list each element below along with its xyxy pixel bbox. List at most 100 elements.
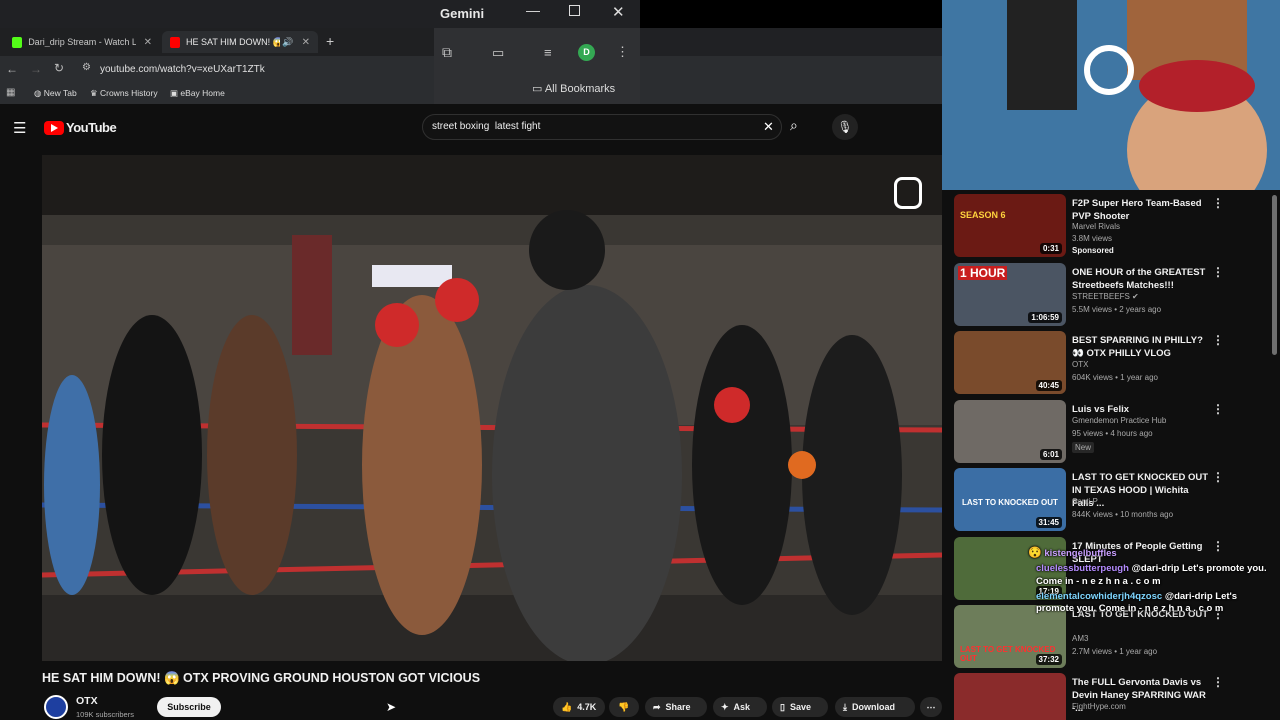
dislike-button[interactable]: 👎 (609, 697, 639, 717)
channel-label: STREETBEEFS (1072, 292, 1130, 301)
download-button[interactable]: ⤓ Download (835, 697, 915, 717)
share-label: Share (665, 702, 691, 712)
duration-badge: 40:45 (1035, 380, 1062, 391)
video-thumbnail[interactable]: LAST TO KNOCKED OUT 31:45 (954, 468, 1066, 531)
hamburger-menu-icon[interactable]: ☰ (13, 119, 26, 137)
save-label: Save (789, 702, 811, 712)
subscribe-button[interactable]: Subscribe (157, 697, 221, 717)
tab-kick-stream[interactable]: Dari_drip Stream - Watch Live o ✕ (4, 31, 160, 53)
chat-message: cluelessbutterpeugh @dari-drip Let's pro… (1036, 563, 1267, 574)
chat-message: 😯 kistengelbuffles (1028, 546, 1117, 559)
search-box[interactable]: street boxing latest fight ✕ (422, 114, 782, 140)
menu-kebab-icon[interactable]: ⋮ (616, 44, 629, 60)
bookmark-icon: ▯ (780, 701, 785, 712)
window-bar-dark (640, 0, 942, 28)
bookmark-ebay[interactable]: ▣ eBay Home (170, 88, 225, 99)
voice-search-icon[interactable]: 🎙 (832, 114, 858, 140)
recommendation-item[interactable]: The FULL Gervonta Davis vs Devin Haney S… (954, 673, 1264, 720)
recommendation-title[interactable]: BEST SPARRING IN PHILLY? 👀 OTX PHILLY VL… (1072, 334, 1210, 360)
tab-youtube-video[interactable]: HE SAT HIM DOWN! 😱 OT 🔊 ✕ (162, 31, 318, 53)
video-thumbnail[interactable]: LAST TO GET KNOCKED OUT 37:32 (954, 605, 1066, 668)
sidebar-scrollbar[interactable] (1272, 195, 1277, 355)
recommendation-channel[interactable]: FightHype.com (1072, 702, 1126, 711)
more-options-icon[interactable]: ⋮ (1212, 539, 1224, 553)
reload-icon[interactable]: ↻ (54, 61, 64, 75)
recommendation-channel[interactable]: STREETBEEFS ✔ (1072, 292, 1139, 301)
recommendation-meta: 95 views • 4 hours ago (1072, 429, 1153, 438)
video-thumbnail[interactable]: 1 HOUR 1:06:59 (954, 263, 1066, 326)
more-options-icon[interactable]: ⋮ (1212, 402, 1224, 416)
bookmark-new-tab[interactable]: ◍ New Tab (34, 88, 77, 99)
address-bar[interactable]: youtube.com/watch?v=xeUXarT1ZTk (100, 64, 265, 75)
channel-avatar[interactable] (44, 695, 68, 719)
youtube-logo-text[interactable]: YouTube (66, 120, 117, 135)
recommendation-item[interactable]: LAST TO KNOCKED OUT 31:45 LAST TO GET KN… (954, 468, 1264, 532)
recommendation-meta: 3.8M views (1072, 234, 1113, 243)
back-icon[interactable]: ← (6, 62, 18, 76)
video-player[interactable] (42, 155, 942, 661)
video-thumbnail[interactable]: 6:01 (954, 400, 1066, 463)
recommendation-title[interactable]: Luis vs Felix (1072, 403, 1210, 416)
more-options-icon[interactable]: ⋮ (1212, 470, 1224, 484)
youtube-logo-icon[interactable] (44, 121, 64, 135)
site-info-icon[interactable]: ⚙ (82, 62, 91, 73)
more-actions-button[interactable]: ⋯ (920, 697, 942, 717)
bookmark-crowns-history[interactable]: ♛ Crowns History (90, 88, 158, 99)
duration-badge: 31:45 (1035, 517, 1062, 528)
recommendation-channel[interactable]: AM3 (1072, 634, 1088, 643)
bookmark-label: eBay Home (180, 88, 225, 98)
chat-username: cluelessbutterpeugh (1036, 563, 1129, 574)
recommendation-channel[interactable]: Gmendemon Practice Hub (1072, 416, 1166, 425)
thumbnail-text: 1 HOUR (958, 266, 1008, 280)
recommendation-title[interactable]: ONE HOUR of the GREATEST Streetbeefs Mat… (1072, 266, 1210, 292)
recommendation-channel[interactable]: OTX (1072, 360, 1088, 369)
bookmark-label: New Tab (43, 88, 77, 98)
recommendation-item[interactable]: 1 HOUR 1:06:59 ONE HOUR of the GREATEST … (954, 263, 1264, 327)
close-tab-icon[interactable]: ✕ (302, 37, 310, 48)
recommendation-channel[interactable]: Marvel Rivals (1072, 222, 1120, 231)
recommendation-item[interactable]: 40:45 BEST SPARRING IN PHILLY? 👀 OTX PHI… (954, 331, 1264, 395)
duration-badge: 37:32 (1035, 654, 1062, 665)
audio-icon[interactable]: 🔊 (282, 37, 293, 48)
chat-text: Come in - n e z h n a . c o m (1036, 576, 1161, 587)
more-horizontal-icon: ⋯ (926, 701, 936, 712)
extensions-icon[interactable]: ⧉ (442, 44, 452, 61)
thumbnail-text: LAST TO KNOCKED OUT (962, 498, 1058, 507)
all-bookmarks-button[interactable]: ▭ All Bookmarks (532, 82, 615, 95)
chat-message: promote you. Come in - n e z h n a . c o… (1036, 603, 1223, 614)
minimize-icon[interactable]: — (526, 2, 540, 18)
more-options-icon[interactable]: ⋮ (1212, 265, 1224, 279)
more-options-icon[interactable]: ⋮ (1212, 333, 1224, 347)
media-controls-icon[interactable]: ≡ (544, 45, 552, 60)
search-input[interactable]: street boxing latest fight (432, 121, 540, 132)
recommendation-item[interactable]: 6:01 Luis vs Felix Gmendemon Practice Hu… (954, 400, 1264, 464)
channel-name[interactable]: OTX (76, 695, 98, 707)
apps-grid-icon[interactable]: ▦ (6, 87, 15, 98)
save-button[interactable]: ▯ Save (772, 697, 828, 717)
clear-search-icon[interactable]: ✕ (763, 119, 774, 135)
recommendation-title[interactable]: F2P Super Hero Team-Based PVP Shooter (1072, 197, 1210, 223)
recommendation-item[interactable]: SEASON 6 0:31 F2P Super Hero Team-Based … (954, 194, 1264, 258)
video-thumbnail[interactable] (954, 673, 1066, 720)
search-icon[interactable]: ⌕ (790, 117, 798, 134)
more-options-icon[interactable]: ⋮ (1212, 196, 1224, 210)
cast-icon[interactable]: ▭ (492, 45, 504, 61)
more-options-icon[interactable]: ⋮ (1212, 675, 1224, 689)
like-button[interactable]: 👍 4.7K (553, 697, 605, 717)
youtube-favicon-icon (170, 36, 180, 48)
maximize-icon[interactable] (569, 5, 580, 16)
close-window-icon[interactable]: ✕ (612, 3, 625, 21)
recommendation-item[interactable]: LAST TO GET KNOCKED OUT 37:32 LAST TO GE… (954, 605, 1264, 669)
video-thumbnail[interactable]: SEASON 6 0:31 (954, 194, 1066, 257)
tab-title: HE SAT HIM DOWN! 😱 OT (185, 36, 281, 47)
profile-avatar[interactable]: D (578, 44, 595, 61)
close-tab-icon[interactable]: ✕ (144, 37, 152, 48)
chat-username: elementalcowhiderjh4qzosc (1036, 591, 1163, 602)
gemini-window-bar: Gemini — ✕ (434, 0, 640, 28)
forward-icon[interactable]: → (30, 62, 42, 76)
ask-button[interactable]: ✦ Ask (713, 697, 767, 717)
share-button[interactable]: ➦ Share (645, 697, 707, 717)
recommendation-channel[interactable]: Santi P (1072, 497, 1098, 506)
video-thumbnail[interactable]: 40:45 (954, 331, 1066, 394)
new-tab-button[interactable]: + (326, 33, 334, 49)
